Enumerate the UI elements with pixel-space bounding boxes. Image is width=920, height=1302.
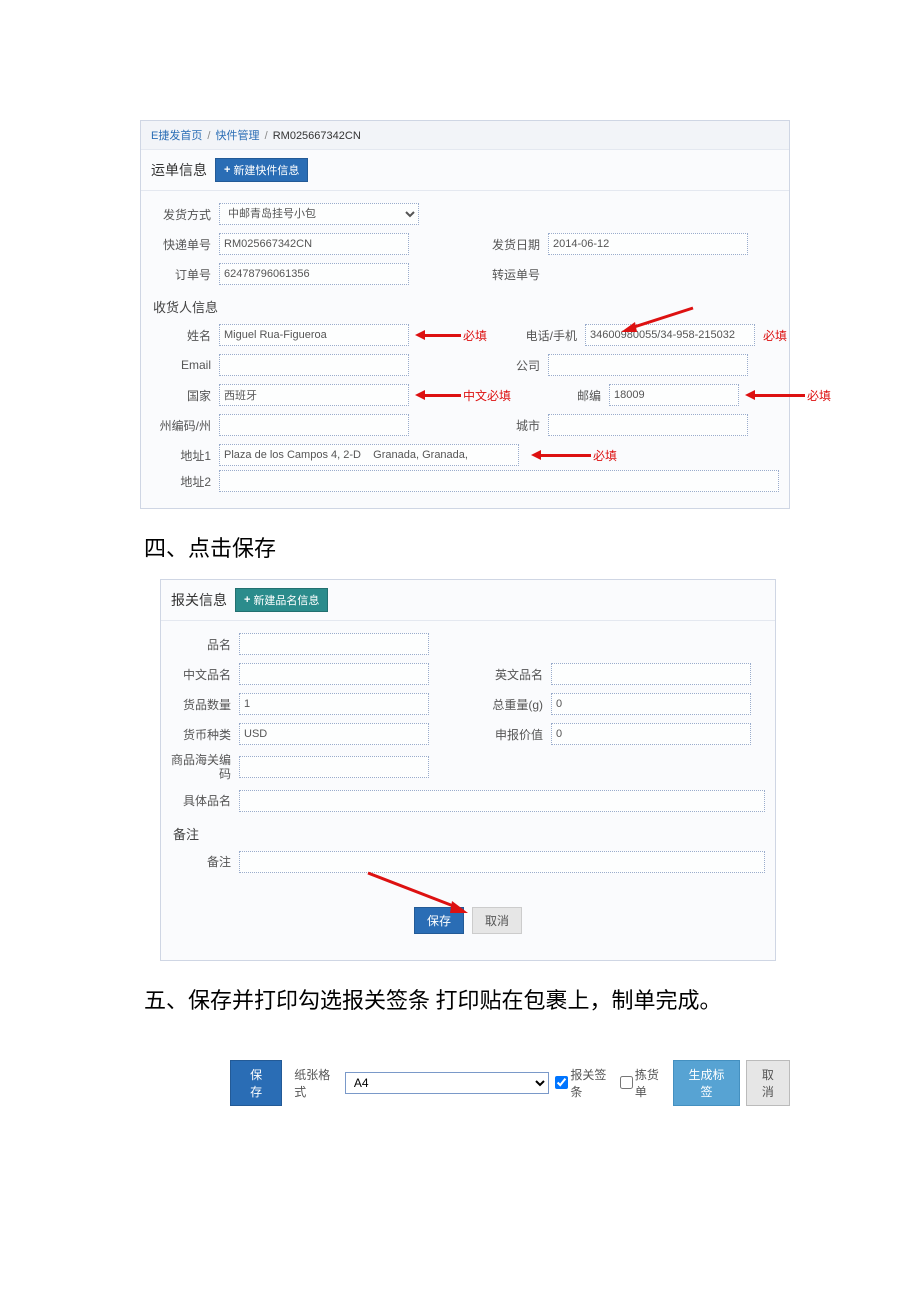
phone-input[interactable] xyxy=(585,324,755,346)
statecode-input[interactable] xyxy=(219,414,409,436)
cname-input[interactable] xyxy=(239,663,429,685)
remark-title: 备注 xyxy=(171,816,765,847)
save-button[interactable]: 保存 xyxy=(414,907,464,934)
shipdate-input[interactable] xyxy=(548,233,748,255)
email-label: Email xyxy=(151,358,219,372)
breadcrumb-home-link[interactable]: E捷发首页 xyxy=(151,130,202,142)
print-cancel-button[interactable]: 取消 xyxy=(746,1060,790,1106)
ship-method-select[interactable]: 中邮青岛挂号小包 xyxy=(219,203,419,225)
print-save-button[interactable]: 保存 xyxy=(230,1060,282,1106)
plus-icon: + xyxy=(224,164,230,176)
name-required-note: 必填 xyxy=(463,327,487,344)
email-input[interactable] xyxy=(219,354,409,376)
orderno-input[interactable] xyxy=(219,263,409,285)
paper-select[interactable]: A4 xyxy=(345,1072,550,1094)
country-input[interactable] xyxy=(219,384,409,406)
decval-label: 申报价值 xyxy=(483,726,551,743)
arrow-icon xyxy=(531,450,591,460)
pick-checkbox-label: 拣货单 xyxy=(635,1066,667,1100)
ename-input[interactable] xyxy=(551,663,751,685)
paper-label: 纸张格式 xyxy=(294,1066,339,1100)
addr2-label: 地址2 xyxy=(151,473,219,490)
arrow-icon xyxy=(745,390,805,400)
new-product-button[interactable]: + 新建品名信息 xyxy=(235,588,328,612)
zip-label: 邮编 xyxy=(541,387,609,404)
addr1-label: 地址1 xyxy=(151,447,219,464)
qty-input[interactable] xyxy=(239,693,429,715)
trackno-label: 快递单号 xyxy=(151,236,219,253)
shipping-section-title: 运单信息 xyxy=(151,160,207,180)
customs-checkbox[interactable]: 报关签条 xyxy=(555,1066,613,1100)
company-input[interactable] xyxy=(548,354,748,376)
customs-section-title: 报关信息 xyxy=(171,590,227,610)
company-label: 公司 xyxy=(480,357,548,374)
transferno-label: 转运单号 xyxy=(480,266,548,283)
pname-input[interactable] xyxy=(239,633,429,655)
breadcrumb: E捷发首页 / 快件管理 / RM025667342CN xyxy=(141,121,789,150)
zip-input[interactable] xyxy=(609,384,739,406)
step5-heading: 五、保存并打印勾选报关签条 打印贴在包裹上，制单完成。 xyxy=(144,983,790,1015)
remark-label: 备注 xyxy=(171,853,239,870)
addr2-input[interactable] xyxy=(219,470,779,492)
ename-label: 英文品名 xyxy=(483,666,551,683)
arrow-icon xyxy=(415,330,461,340)
new-product-label: 新建品名信息 xyxy=(253,592,319,608)
recipient-title: 收货人信息 xyxy=(151,289,779,320)
qty-label: 货品数量 xyxy=(171,696,239,713)
addr1-required-note: 必填 xyxy=(593,447,617,464)
customs-checkbox-input[interactable] xyxy=(555,1076,568,1089)
shipping-section-bar: 运单信息 + 新建快件信息 xyxy=(141,150,789,191)
decval-input[interactable] xyxy=(551,723,751,745)
statecode-label: 州编码/州 xyxy=(151,417,219,434)
shipping-form-panel: E捷发首页 / 快件管理 / RM025667342CN 运单信息 + 新建快件… xyxy=(140,120,790,509)
pick-checkbox[interactable]: 拣货单 xyxy=(620,1066,667,1100)
hs-label: 商品海关编码 xyxy=(171,753,239,782)
addr1-input[interactable] xyxy=(219,444,519,466)
detail-input[interactable] xyxy=(239,790,765,812)
weight-label: 总重量(g) xyxy=(483,696,551,713)
city-label: 城市 xyxy=(480,417,548,434)
phone-label: 电话/手机 xyxy=(517,327,585,344)
currency-label: 货币种类 xyxy=(171,726,239,743)
new-shipment-label: 新建快件信息 xyxy=(233,162,299,178)
hs-input[interactable] xyxy=(239,756,429,778)
remark-input[interactable] xyxy=(239,851,765,873)
pick-checkbox-input[interactable] xyxy=(620,1076,633,1089)
step4-heading: 四、点击保存 xyxy=(144,531,790,563)
breadcrumb-mgmt-link[interactable]: 快件管理 xyxy=(216,130,260,142)
ship-method-label: 发货方式 xyxy=(151,206,219,223)
cname-label: 中文品名 xyxy=(171,666,239,683)
orderno-label: 订单号 xyxy=(151,266,219,283)
new-shipment-button[interactable]: + 新建快件信息 xyxy=(215,158,308,182)
phone-required-note: 必填 xyxy=(763,327,787,344)
plus-icon: + xyxy=(244,594,250,606)
arrow-icon xyxy=(415,390,461,400)
weight-input[interactable] xyxy=(551,693,751,715)
country-required-note: 中文必填 xyxy=(463,387,511,404)
customs-section-bar: 报关信息 + 新建品名信息 xyxy=(161,580,775,621)
breadcrumb-current: RM025667342CN xyxy=(273,130,361,142)
name-input[interactable] xyxy=(219,324,409,346)
generate-label-button[interactable]: 生成标签 xyxy=(673,1060,740,1106)
zip-required-note: 必填 xyxy=(807,387,831,404)
shipdate-label: 发货日期 xyxy=(480,236,548,253)
country-label: 国家 xyxy=(151,387,219,404)
cancel-button[interactable]: 取消 xyxy=(472,907,522,934)
trackno-input[interactable] xyxy=(219,233,409,255)
city-input[interactable] xyxy=(548,414,748,436)
detail-label: 具体品名 xyxy=(171,792,239,809)
name-label: 姓名 xyxy=(151,327,219,344)
customs-checkbox-label: 报关签条 xyxy=(570,1066,613,1100)
pname-label: 品名 xyxy=(171,636,239,653)
currency-input[interactable] xyxy=(239,723,429,745)
customs-form-panel: 报关信息 + 新建品名信息 品名 中文品名 英文品名 xyxy=(160,579,776,961)
print-bar: 保存 纸张格式 A4 报关签条 拣货单 生成标签 取消 xyxy=(230,1060,790,1106)
